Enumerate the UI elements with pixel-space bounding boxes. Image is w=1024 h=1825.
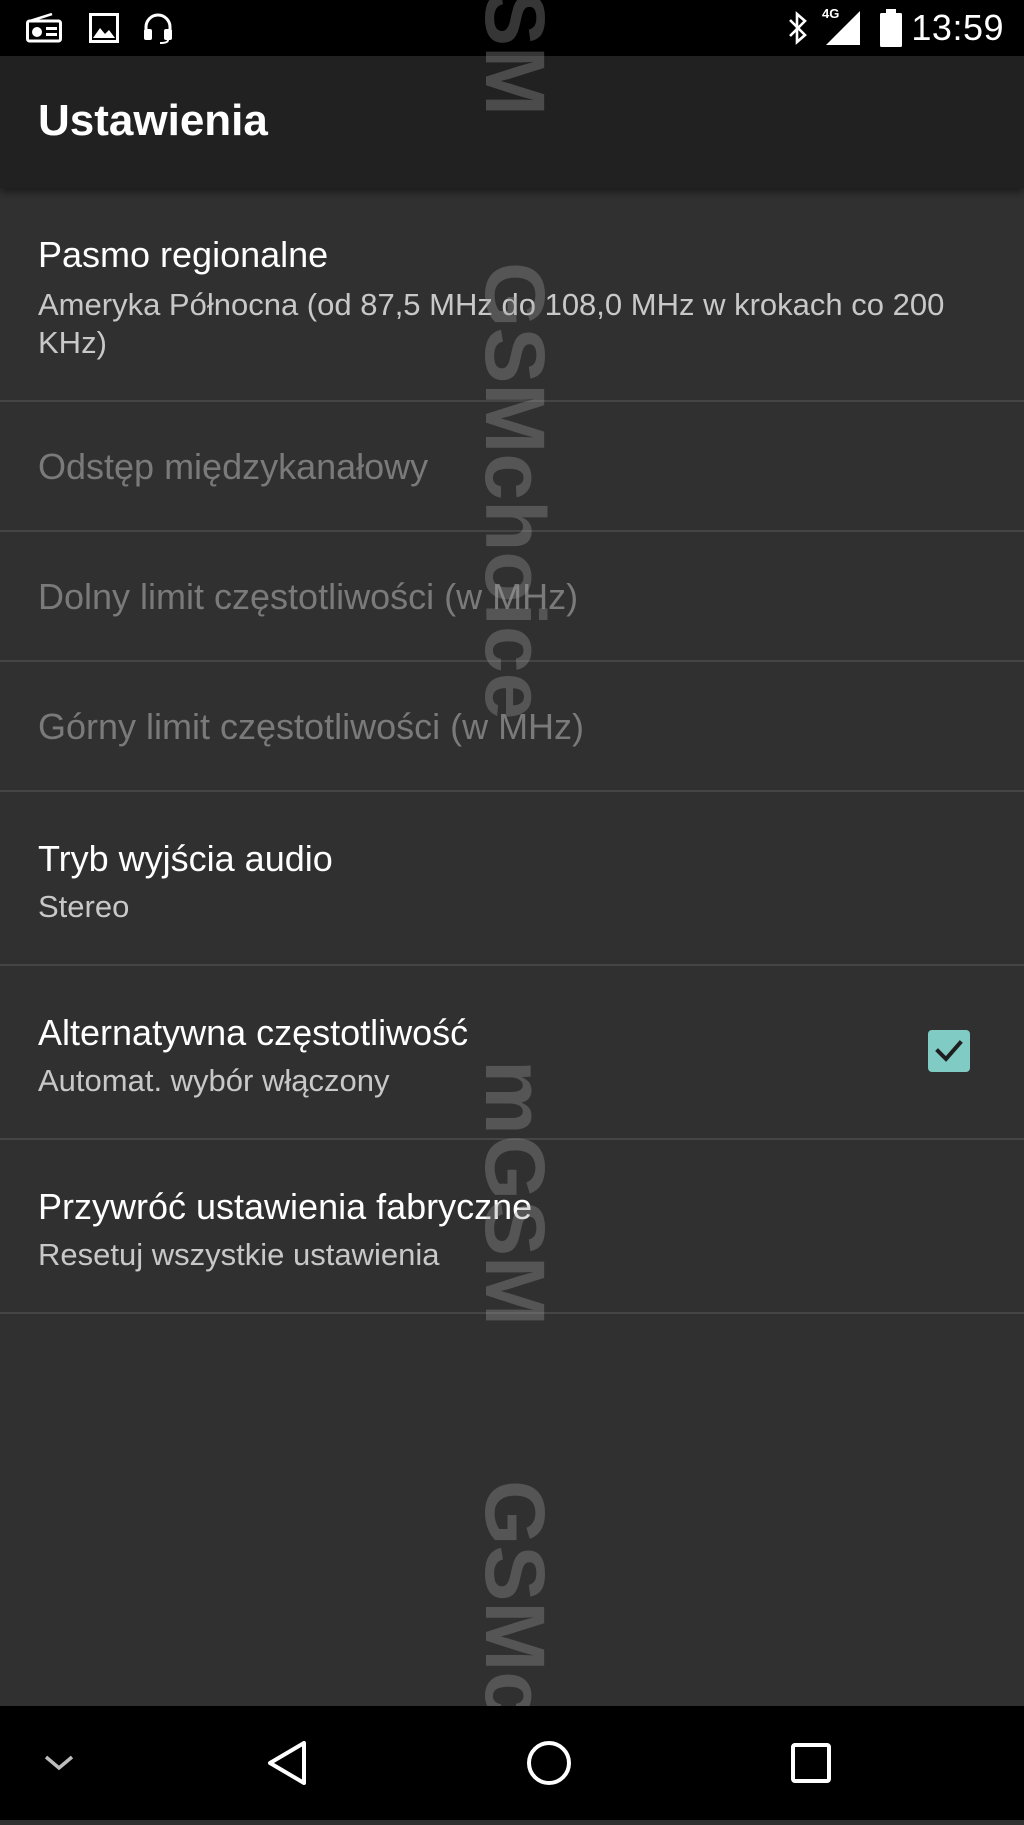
pref-region-band[interactable]: Pasmo regionalne Ameryka Północna (od 87… [0,188,1024,402]
headset-icon [138,8,178,48]
settings-list: Pasmo regionalne Ameryka Północna (od 87… [0,188,1024,1314]
pref-title: Przywróć ustawienia fabryczne [38,1186,533,1227]
pref-summary: Automat. wybór włączony [38,1063,390,1098]
pref-title: Alternatywna częstotliwość [38,1012,469,1053]
pref-summary: Resetuj wszystkie ustawienia [38,1237,440,1272]
recents-icon[interactable] [776,1728,846,1798]
pref-summary: Stereo [38,889,130,924]
status-bar: 4G 13:59 [0,0,1024,56]
battery-icon [876,8,906,48]
pref-factory-reset[interactable]: Przywróć ustawienia fabryczne Resetuj ws… [0,1140,1024,1314]
pref-title: Odstęp międzykanałowy [38,446,429,487]
bluetooth-icon [784,8,812,48]
home-icon[interactable] [514,1728,584,1798]
pref-title: Górny limit częstotliwości (w MHz) [38,706,585,747]
pref-channel-spacing: Odstęp międzykanałowy [0,402,1024,532]
pref-title: Dolny limit częstotliwości (w MHz) [38,576,579,617]
clock: 13:59 [911,7,1004,48]
app-bar: Ustawienia [0,56,1024,188]
navigation-bar [0,1706,1024,1820]
pref-alternative-frequency[interactable]: Alternatywna częstotliwość Automat. wybó… [0,966,1024,1140]
signal-4g-icon: 4G [820,6,862,48]
alternative-frequency-checkbox[interactable] [928,1030,970,1072]
pref-upper-frequency-limit: Górny limit częstotliwości (w MHz) [0,662,1024,792]
pref-summary: Ameryka Północna (od 87,5 MHz do 108,0 M… [38,287,945,360]
back-icon[interactable] [252,1728,322,1798]
page-title: Ustawienia [38,96,268,145]
network-type-label: 4G [822,6,840,21]
radio-icon [24,8,64,48]
checkmark-icon [935,1040,963,1062]
pref-title: Tryb wyjścia audio [38,838,333,879]
image-icon [84,8,124,48]
pref-title: Pasmo regionalne [38,234,329,275]
collapse-keyboard-icon[interactable] [24,1728,94,1798]
pref-lower-frequency-limit: Dolny limit częstotliwości (w MHz) [0,532,1024,662]
pref-audio-output-mode[interactable]: Tryb wyjścia audio Stereo [0,792,1024,966]
